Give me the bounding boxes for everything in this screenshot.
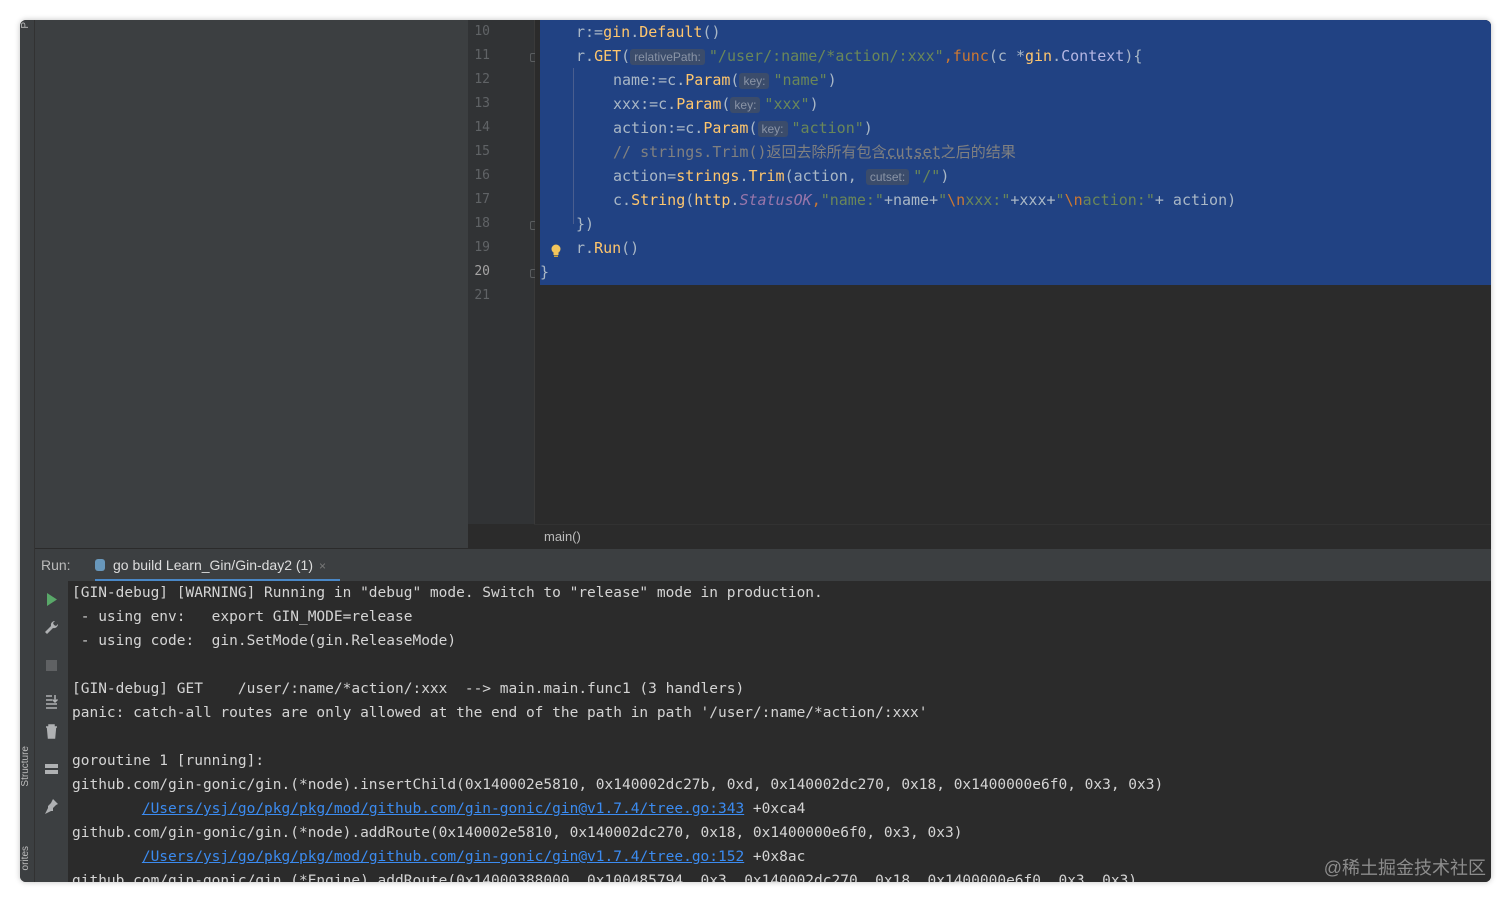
console-line: panic: catch-all routes are only allowed… — [72, 705, 928, 721]
line-number: 12 — [474, 72, 490, 87]
line-number: 16 — [474, 168, 490, 183]
line-number: 10 — [474, 24, 490, 39]
indent-guide — [573, 68, 574, 224]
param-hint: key: — [757, 121, 788, 137]
close-icon[interactable]: × — [319, 559, 326, 573]
run-tab-label: go build Learn_Gin/Gin-day2 (1) — [113, 557, 314, 573]
console-line: - using env: export GIN_MODE=release — [72, 609, 413, 625]
run-label: Run: — [41, 557, 71, 573]
param-hint: relativePath: — [630, 49, 705, 65]
source-link[interactable]: /Users/ysj/go/pkg/pkg/mod/github.com/gin… — [142, 801, 744, 817]
param-hint: key: — [739, 73, 770, 89]
pin-icon[interactable] — [43, 797, 60, 814]
run-tab[interactable]: go build Learn_Gin/Gin-day2 (1) × — [95, 549, 341, 582]
line-number: 11 — [474, 48, 490, 63]
code-line-20: } — [540, 263, 550, 281]
param-hint: cutset: — [865, 169, 910, 185]
console-output[interactable]: [GIN-debug] [WARNING] Running in "debug"… — [68, 581, 1491, 882]
console-line: - using code: gin.SetMode(gin.ReleaseMod… — [72, 633, 457, 649]
console-line: /Users/ysj/go/pkg/pkg/mod/github.com/gin… — [141, 801, 806, 817]
code-line-14: action:=c.Param(key: "action") — [613, 119, 873, 137]
console-line: github.com/gin-gonic/gin.(*node).addRout… — [72, 825, 963, 841]
stop-icon[interactable] — [43, 657, 60, 674]
go-file-icon — [95, 559, 105, 571]
line-number: 21 — [474, 288, 490, 303]
line-gutter: 10 11 12 13 14 15 16 17 18 19 20 21 — [468, 20, 539, 524]
code-line-13: xxx:=c.Param(key: "xxx") — [613, 95, 819, 113]
scroll-to-end-icon[interactable] — [43, 693, 60, 710]
ide-window: P Structure orites 10 11 12 13 14 15 16 … — [20, 20, 1491, 882]
line-number: 15 — [474, 144, 490, 159]
left-tool-strip: P Structure orites — [20, 20, 35, 882]
trash-icon[interactable] — [43, 723, 60, 740]
code-line-11: r.GET(relativePath: "/user/:name/*action/… — [576, 47, 1143, 65]
line-number: 18 — [474, 216, 490, 231]
line-number: 14 — [474, 120, 490, 135]
structure-tool-label[interactable]: Structure — [20, 746, 34, 787]
bulb-icon[interactable] — [550, 244, 562, 258]
line-number: 13 — [474, 96, 490, 111]
code-line-15: // strings.Trim()返回去除所有包含cutset之后的结果 — [613, 143, 1016, 161]
console-line: github.com/gin-gonic/gin.(*Engine).addRo… — [72, 873, 1138, 882]
code-line-19: r.Run() — [576, 239, 640, 257]
favorites-tool-label[interactable]: orites — [20, 846, 34, 870]
code-line-10: r:=gin.Default() — [576, 23, 721, 41]
code-line-18: }) — [576, 215, 595, 233]
code-line-17: c.String(http.StatusOK,"name:"+name+"\nx… — [613, 191, 1237, 209]
watermark: @稀土掘金技术社区 — [1323, 858, 1486, 878]
console-line: goroutine 1 [running]: — [72, 753, 265, 769]
run-toolbar — [35, 581, 69, 882]
line-number: 17 — [474, 192, 490, 207]
param-hint: key: — [730, 97, 761, 113]
line-number: 19 — [474, 240, 490, 255]
run-icon[interactable] — [43, 591, 60, 608]
code-line-12: name:=c.Param(key: "name") — [613, 71, 837, 89]
console-line: [GIN-debug] [WARNING] Running in "debug"… — [72, 585, 823, 601]
wrench-icon[interactable] — [43, 619, 60, 636]
run-toolwindow-header: Run: go build Learn_Gin/Gin-day2 (1) × — [35, 548, 1491, 582]
console-line: github.com/gin-gonic/gin.(*node).insertC… — [72, 777, 1164, 793]
code-line-16: action=strings.Trim(action, cutset: "/") — [613, 167, 950, 185]
console-line: [GIN-debug] GET /user/:name/*action/:xxx… — [72, 681, 745, 697]
source-link[interactable]: /Users/ysj/go/pkg/pkg/mod/github.com/gin… — [142, 849, 744, 865]
current-line-number: 20 — [474, 264, 490, 279]
project-tool-label[interactable]: P — [20, 22, 34, 29]
project-pane — [35, 20, 468, 548]
breadcrumb-item[interactable]: main() — [544, 529, 581, 544]
layout-icon[interactable] — [43, 761, 60, 778]
breadcrumb[interactable]: main() — [534, 524, 1491, 549]
console-line: /Users/ysj/go/pkg/pkg/mod/github.com/gin… — [141, 849, 806, 865]
